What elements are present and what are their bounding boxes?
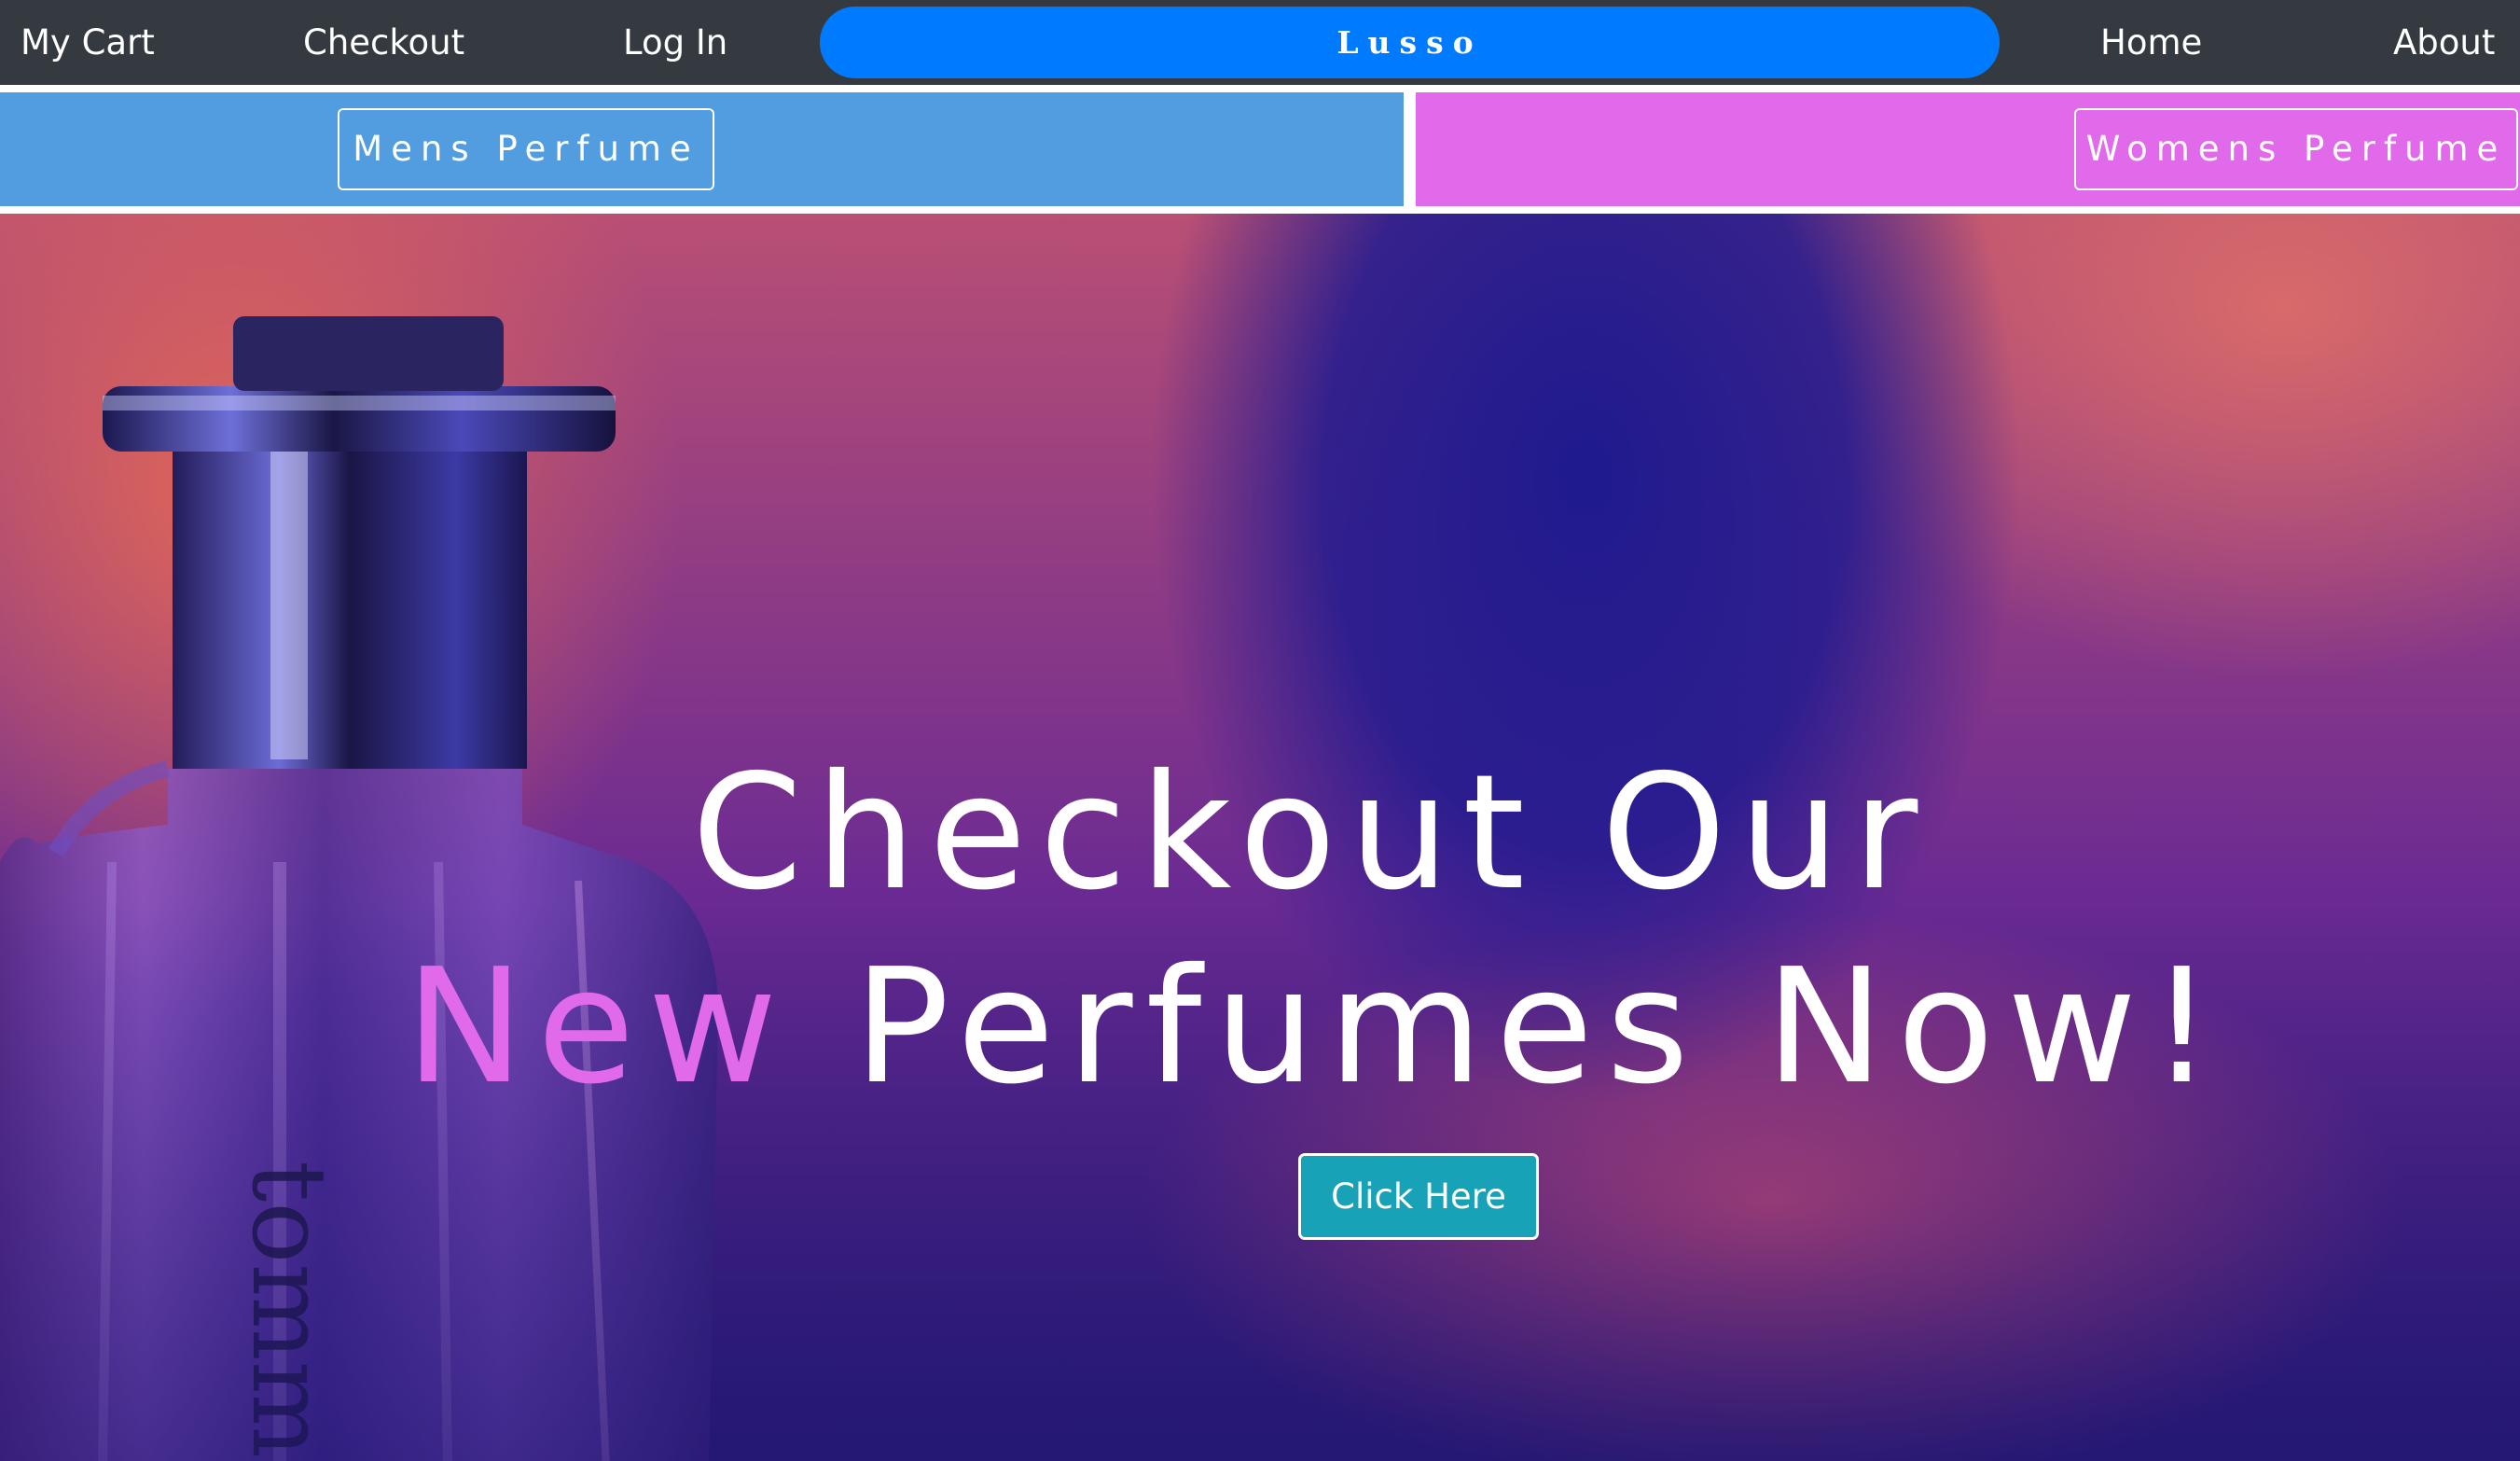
hero-heading-line-2-rest: Perfumes Now! [853,935,2227,1120]
mens-perfume-button[interactable]: Mens Perfume [338,108,714,190]
hero-accent-word: New [405,935,791,1120]
brand-logo-link[interactable]: Lusso [820,7,2000,78]
womens-category-band: Womens Perfume [1416,92,2520,206]
hero-banner: tomm Checkout Our New Perfumes Now! Clic… [0,214,2520,1461]
hero-heading-line-1: Checkout Our [691,741,1932,925]
hero-heading-line-2: New Perfumes Now! [0,930,2520,1124]
nav-about-link[interactable]: About [2393,0,2495,85]
top-navbar: My Cart Checkout Log In Lusso Home About [0,0,2520,85]
womens-perfume-button[interactable]: Womens Perfume [2074,108,2518,190]
nav-my-cart-link[interactable]: My Cart [21,0,155,85]
mens-category-band: Mens Perfume [0,92,1404,206]
nav-checkout-link[interactable]: Checkout [303,0,464,85]
hero-heading: Checkout Our New Perfumes Now! [0,736,2520,1124]
click-here-button[interactable]: Click Here [1298,1153,1539,1240]
nav-home-link[interactable]: Home [2100,0,2202,85]
nav-login-link[interactable]: Log In [623,0,727,85]
